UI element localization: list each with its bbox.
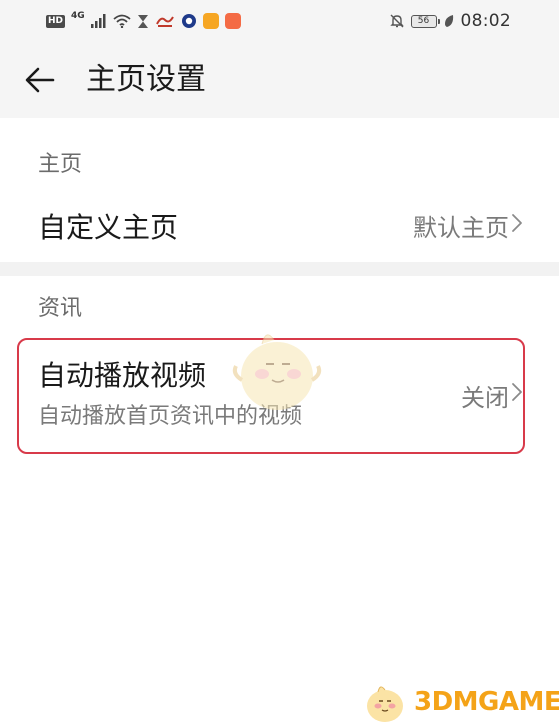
bell-muted-icon [389,13,405,29]
leaf-icon [443,14,455,28]
red-app-icon [224,13,241,29]
custom-homepage-label: 自定义主页 [38,211,179,244]
page-title: 主页设置 [86,62,206,97]
custom-homepage-row[interactable]: 自定义主页 默认主页 [0,188,559,258]
back-arrow-icon[interactable] [24,64,56,96]
screen: HD 4G 56 08:02 主页设置 主页 自定义主页 默认主页 资讯 自动播… [0,0,559,728]
orange-app-icon [202,13,219,29]
network-type-label: 4G [71,11,85,21]
autoplay-video-value: 关闭 [461,384,509,412]
custom-homepage-value: 默认主页 [413,214,509,242]
app-icon [155,14,175,28]
section-home: 主页 自定义主页 默认主页 [0,122,559,262]
circle-app-icon [181,13,197,29]
status-bar: HD 4G 56 08:02 [0,0,559,42]
section-header-news: 资讯 [38,296,83,321]
section-divider [0,262,559,276]
mascot-watermark-icon [222,318,332,418]
section-header-home: 主页 [38,152,83,177]
hd-icon: HD [46,14,66,28]
status-right: 56 08:02 [389,10,512,32]
wifi-icon [113,14,131,28]
status-left: HD 4G [46,10,241,32]
chevron-right-icon [511,382,523,402]
battery-icon: 56 [410,14,440,28]
hourglass-icon [137,14,149,29]
signal-icon [90,14,107,28]
watermark-text: 3DMGAME [414,687,559,717]
title-bar: 主页设置 [0,42,559,118]
watermark: 3DMGAME [360,680,559,724]
status-time: 08:02 [460,11,511,31]
watermark-mascot-icon [360,680,410,724]
chevron-right-icon [511,213,523,233]
autoplay-video-label: 自动播放视频 [38,359,207,392]
